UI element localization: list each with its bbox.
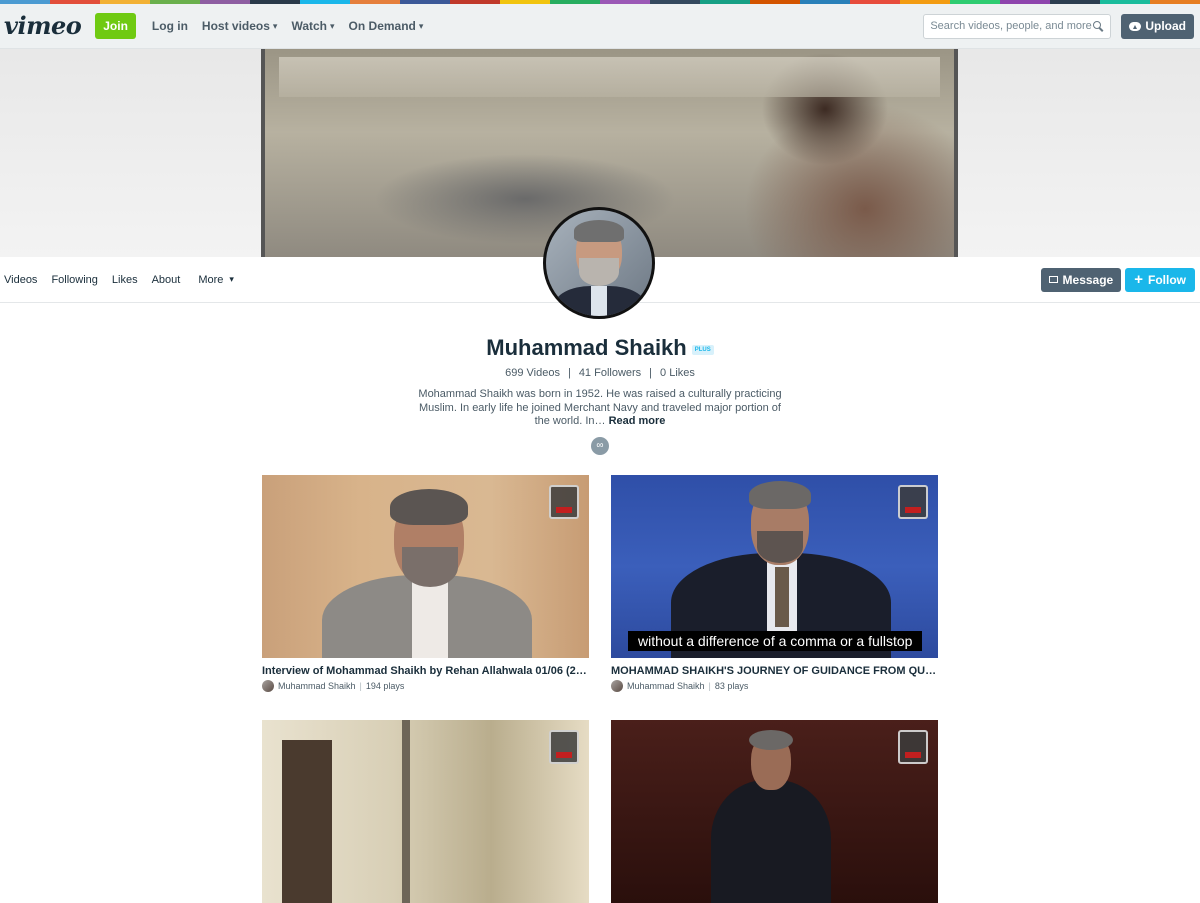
strip-segment [950,0,1000,4]
strip-segment [1000,0,1050,4]
strip-segment [550,0,600,4]
read-more-link[interactable]: Read more [609,415,666,427]
strip-segment [1100,0,1150,4]
video-card[interactable]: without a difference of a comma or a ful… [611,475,938,692]
nav-watch[interactable]: Watch ▾ [291,19,334,33]
plus-icon: + [1134,271,1143,288]
video-meta: Muhammad Shaikh | 194 plays [262,680,589,692]
search-input[interactable] [930,20,1093,32]
strip-segment [850,0,900,4]
strip-segment [150,0,200,4]
strip-segment [600,0,650,4]
tab-following[interactable]: Following [51,274,97,286]
message-button[interactable]: Message [1040,267,1122,292]
channel-logo-icon [549,730,579,764]
video-thumbnail[interactable]: without a difference of a comma or a ful… [611,475,938,658]
top-header: vimeo Join Log in Host videos ▾ Watch ▾ … [0,4,1200,49]
link-icon[interactable]: ∞ [591,436,609,455]
nav-on-demand-label: On Demand [348,19,416,33]
vimeo-logo[interactable]: vimeo [4,14,82,38]
upload-button[interactable]: Upload [1121,13,1194,39]
strip-segment [200,0,250,4]
strip-segment [750,0,800,4]
video-title[interactable]: MOHAMMAD SHAIKH'S JOURNEY OF GUIDANCE FR… [611,665,938,677]
tab-more[interactable]: More ▾ [198,274,234,286]
video-plays: 83 plays [714,681,749,691]
channel-logo-icon [898,485,928,519]
meta-separator: | [708,681,711,691]
video-author[interactable]: Muhammad Shaikh [278,681,356,691]
video-plays: 194 plays [365,681,405,691]
video-thumbnail[interactable] [262,720,589,903]
strip-segment [100,0,150,4]
profile-stats: 699 Videos | 41 Followers | 0 Likes [0,367,1200,379]
chevron-down-icon: ▾ [330,20,335,31]
color-strip [0,0,1200,4]
meta-separator: | [359,681,362,691]
stats-separator: | [567,367,571,379]
chevron-down-icon: ▾ [272,20,278,31]
video-grid: Interview of Mohammad Shaikh by Rehan Al… [262,475,938,903]
join-button[interactable]: Join [95,13,136,39]
strip-segment [650,0,700,4]
login-link[interactable]: Log in [152,19,188,33]
tab-videos[interactable]: Videos [4,274,37,286]
strip-segment [700,0,750,4]
message-label: Message [1062,272,1114,287]
stats-separator: | [649,367,653,379]
profile-info: Muhammad Shaikh PLUS 699 Videos | 41 Fol… [0,303,1200,455]
search-box [923,13,1112,39]
tab-more-label: More [198,273,224,286]
strip-segment [0,0,50,4]
strip-segment [250,0,300,4]
search-icon[interactable] [1092,20,1104,32]
strip-segment [350,0,400,4]
video-caption: without a difference of a comma or a ful… [628,631,923,651]
chevron-down-icon: ▾ [418,20,424,31]
nav-host-videos-label: Host videos [201,19,270,33]
strip-segment [400,0,450,4]
tab-likes[interactable]: Likes [112,274,138,286]
author-avatar[interactable] [611,680,623,692]
tab-about[interactable]: About [152,274,181,286]
bio-text: Mohammad Shaikh was born in 1952. He was… [418,388,782,427]
video-card[interactable] [611,720,938,903]
video-card[interactable]: Interview of Mohammad Shaikh by Rehan Al… [262,475,589,692]
follow-button[interactable]: + Follow [1125,267,1195,292]
profile-bio: Mohammad Shaikh was born in 1952. He was… [410,388,790,429]
strip-segment [800,0,850,4]
plus-badge: PLUS [691,345,714,355]
profile-avatar[interactable] [543,207,655,319]
likes-count-link[interactable]: 0 Likes [660,367,695,379]
strip-segment [900,0,950,4]
author-avatar[interactable] [262,680,274,692]
strip-segment [1050,0,1100,4]
nav-on-demand[interactable]: On Demand ▾ [349,19,424,33]
nav-host-videos[interactable]: Host videos ▾ [202,19,278,33]
follow-label: Follow [1148,272,1186,287]
cloud-upload-icon [1129,21,1142,31]
channel-logo-icon [898,730,928,764]
video-thumbnail[interactable] [262,475,589,658]
videos-count-link[interactable]: 699 Videos [505,367,560,379]
channel-logo-icon [549,485,579,519]
strip-segment [300,0,350,4]
strip-segment [500,0,550,4]
strip-segment [50,0,100,4]
video-card[interactable] [262,720,589,903]
upload-label: Upload [1145,19,1186,33]
video-title[interactable]: Interview of Mohammad Shaikh by Rehan Al… [262,665,589,677]
nav-watch-label: Watch [291,19,328,33]
video-thumbnail[interactable] [611,720,938,903]
video-meta: Muhammad Shaikh | 83 plays [611,680,938,692]
followers-count-link[interactable]: 41 Followers [579,367,641,379]
login-label: Log in [151,19,188,33]
video-author[interactable]: Muhammad Shaikh [627,681,705,691]
strip-segment [1150,0,1200,4]
chevron-down-icon: ▾ [229,274,234,284]
strip-segment [450,0,500,4]
envelope-icon [1048,276,1058,283]
profile-name: Muhammad Shaikh [486,335,687,360]
